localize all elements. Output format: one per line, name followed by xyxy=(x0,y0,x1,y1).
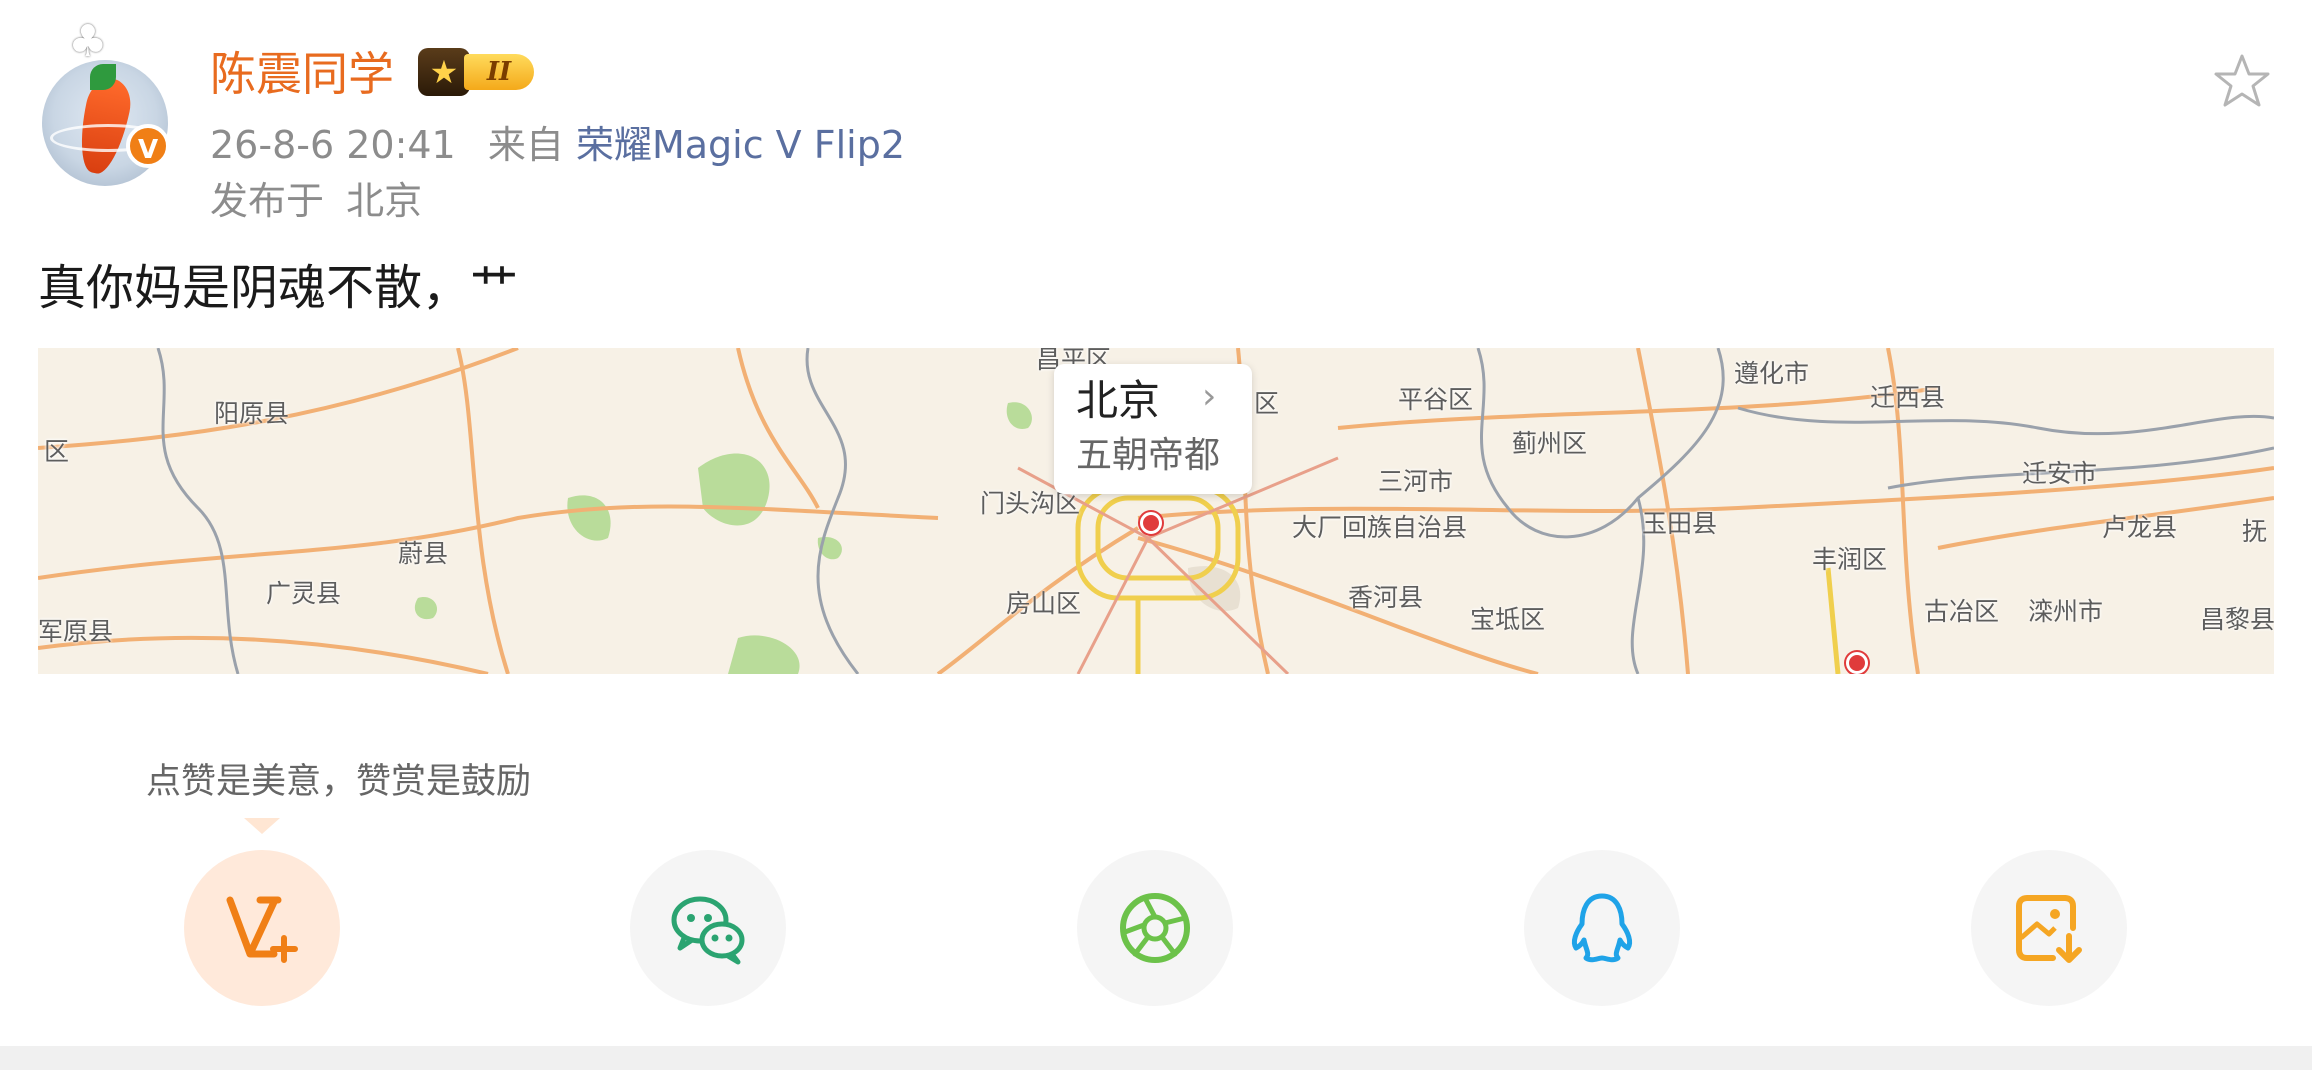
post-meta: 26-8-6 20:41 来自 荣耀Magic V Flip2 xyxy=(210,118,905,172)
map-label: 区 xyxy=(1254,389,1280,418)
post-timestamp: 26-8-6 20:41 xyxy=(210,123,456,167)
reward-tooltip: 点赞是美意，赞赏是鼓励 xyxy=(146,762,532,802)
map-label: 滦州市 xyxy=(2028,597,2104,626)
save-image-icon xyxy=(2016,895,2082,963)
star-icon xyxy=(2214,54,2270,107)
location-map[interactable]: 阳原县 区 蔚县 广灵县 军原县 门头沟区 房山区 昌平区 区 平谷区 蓟州区 … xyxy=(38,348,2274,674)
bottom-divider xyxy=(0,1046,2312,1070)
location-name: 北京 xyxy=(346,179,423,223)
crown-icon: ★ xyxy=(418,48,470,96)
map-label: 迁西县 xyxy=(1870,383,1946,412)
leaf-graphic xyxy=(90,64,116,90)
map-label: 三河市 xyxy=(1378,467,1454,496)
map-label: 玉田县 xyxy=(1642,509,1718,538)
share-moments-button[interactable] xyxy=(1077,850,1233,1006)
map-label: 卢龙县 xyxy=(2102,513,2178,542)
map-label: 大厂回族自治县 xyxy=(1292,513,1468,542)
tooltip-arrow xyxy=(244,818,280,834)
source-prefix: 来自 xyxy=(487,123,564,167)
avatar[interactable]: ♣ V xyxy=(42,16,170,186)
location-prefix: 发布于 xyxy=(210,179,325,223)
share-qq-button[interactable] xyxy=(1524,850,1680,1006)
map-label: 区 xyxy=(44,437,70,466)
reward-v-plus-icon xyxy=(226,896,298,963)
wechat-icon xyxy=(671,896,745,965)
level-badge[interactable]: ★ II xyxy=(418,48,544,96)
map-label: 宝坻区 xyxy=(1470,605,1546,634)
verified-badge: V xyxy=(126,124,170,168)
favorite-button[interactable] xyxy=(2210,50,2274,114)
map-label: 蓟州区 xyxy=(1512,429,1588,458)
map-label: 军原县 xyxy=(38,617,114,646)
chevron-right-icon: › xyxy=(1202,376,1217,417)
qq-icon xyxy=(1571,893,1633,963)
post-text: 真你妈是阴魂不散，艹 xyxy=(38,260,519,316)
map-label: 遵化市 xyxy=(1734,359,1810,388)
map-label: 房山区 xyxy=(1006,589,1082,618)
map-popup-subtitle: 五朝帝都 xyxy=(1076,435,1221,476)
map-label: 阳原县 xyxy=(214,399,290,428)
bunny-icon: ♣ xyxy=(68,16,108,67)
map-label: 古冶区 xyxy=(1924,597,2000,626)
map-popup-title: 北京 xyxy=(1076,376,1161,425)
map-label: 广灵县 xyxy=(266,579,342,608)
post-location: 发布于 北京 xyxy=(210,174,422,228)
map-label: 丰润区 xyxy=(1812,545,1888,574)
location-pin-icon xyxy=(1846,652,1868,674)
post-card: ♣ V 陈震同学 ★ II 26-8-6 20:41 来自 荣耀Magic V … xyxy=(0,0,2312,1046)
username[interactable]: 陈震同学 xyxy=(210,44,394,104)
map-location-popup[interactable]: 北京 › 五朝帝都 xyxy=(1054,364,1252,494)
level-badge-label: II xyxy=(464,54,534,90)
map-label: 抚 xyxy=(2242,517,2268,546)
share-wechat-button[interactable] xyxy=(630,850,786,1006)
save-image-button[interactable] xyxy=(1971,850,2127,1006)
map-label: 迁安市 xyxy=(2022,459,2098,488)
moments-icon xyxy=(1120,893,1190,963)
map-label: 昌黎县 xyxy=(2200,605,2274,634)
location-pin-icon xyxy=(1140,512,1162,534)
map-label: 平谷区 xyxy=(1398,385,1474,414)
source-device[interactable]: 荣耀Magic V Flip2 xyxy=(576,123,905,167)
reward-button[interactable] xyxy=(184,850,340,1006)
map-label: 蔚县 xyxy=(398,539,449,568)
map-label: 香河县 xyxy=(1348,583,1424,612)
